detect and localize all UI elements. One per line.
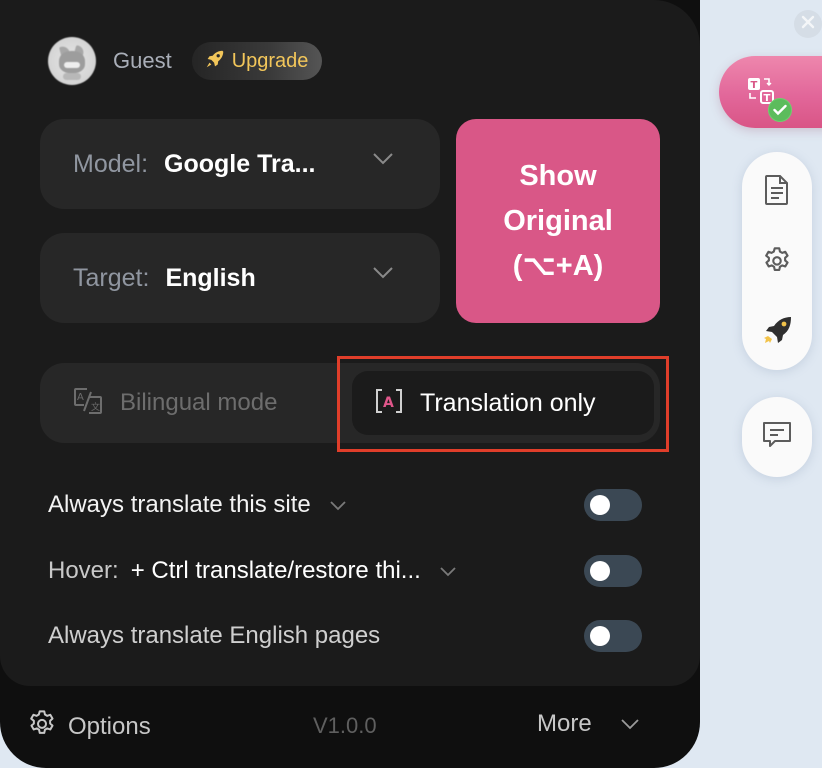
show-original-line1: Show [519, 159, 597, 192]
user-name: Guest [113, 48, 172, 73]
options-label: Options [68, 712, 151, 740]
translator-popup: Guest Upgrade Model: Google Tra... Targe… [0, 0, 700, 768]
hover-value[interactable]: + Ctrl translate/restore thi... [131, 557, 421, 585]
bilingual-icon: A 文 [72, 386, 104, 421]
chevron-down-icon [372, 152, 394, 171]
svg-text:文: 文 [91, 401, 100, 413]
rocket-icon [760, 314, 794, 353]
show-original-shortcut: (⌥+A) [512, 249, 604, 282]
target-label: Target: [73, 263, 150, 292]
setting-hover: Hover: + Ctrl translate/restore thi... [48, 554, 648, 588]
more-menu-button[interactable]: More [537, 710, 640, 738]
options-button[interactable]: Options [26, 708, 151, 745]
close-icon [801, 15, 815, 34]
model-value: Google Tra... [164, 149, 316, 178]
document-translate-button[interactable] [742, 169, 812, 215]
side-toolbar [742, 152, 812, 370]
version-label: V1.0.0 [313, 713, 377, 738]
check-icon [768, 98, 792, 122]
setting-always-translate-english: Always translate English pages [48, 619, 648, 653]
avatar[interactable] [48, 37, 96, 85]
more-label: More [537, 710, 592, 737]
upgrade-button[interactable]: Upgrade [191, 42, 323, 80]
document-icon [763, 174, 791, 211]
display-mode-switch: A 文 Bilingual mode A Translation only [40, 363, 660, 443]
close-widget-button[interactable] [794, 10, 822, 38]
settings-button[interactable] [742, 240, 812, 286]
show-original-button[interactable]: Show Original (⌥+A) [456, 119, 660, 323]
popup-footer: Options V1.0.0 More [0, 686, 700, 768]
chevron-down-icon [620, 718, 640, 730]
setting-label: Always translate English pages [48, 622, 381, 649]
rocket-icon [204, 48, 226, 75]
hover-label: Hover: [48, 557, 119, 584]
hover-toggle[interactable] [584, 555, 642, 587]
upgrade-rocket-button[interactable] [742, 310, 812, 356]
target-value: English [165, 263, 256, 292]
setting-label[interactable]: Always translate this site [48, 491, 311, 519]
show-original-line2: Original [503, 204, 613, 237]
feedback-button[interactable] [742, 397, 812, 477]
gear-icon [761, 245, 793, 282]
target-language-select[interactable]: Target: English [40, 233, 440, 323]
gear-icon [26, 708, 58, 745]
bilingual-mode-tab[interactable]: A 文 Bilingual mode [72, 363, 277, 443]
translation-only-label: Translation only [420, 388, 596, 417]
setting-always-translate-site: Always translate this site [48, 488, 648, 522]
always-translate-site-toggle[interactable] [584, 489, 642, 521]
svg-text:T: T [751, 80, 758, 91]
popup-main-panel: Guest Upgrade Model: Google Tra... Targe… [0, 0, 700, 686]
translation-only-tab[interactable]: A Translation only [352, 371, 654, 435]
upgrade-label: Upgrade [231, 49, 309, 72]
svg-text:A: A [383, 395, 394, 411]
always-translate-english-toggle[interactable] [584, 620, 642, 652]
feedback-icon [761, 420, 793, 455]
bilingual-mode-label: Bilingual mode [120, 389, 278, 416]
model-select[interactable]: Model: Google Tra... [40, 119, 440, 209]
svg-text:A: A [77, 392, 84, 403]
user-header: Guest Upgrade [48, 37, 323, 85]
model-label: Model: [73, 149, 149, 178]
floating-translate-button[interactable]: T T [719, 56, 822, 128]
chevron-down-icon[interactable] [439, 566, 457, 577]
chevron-down-icon[interactable] [329, 500, 347, 511]
translation-only-icon: A [374, 387, 404, 420]
chevron-down-icon [372, 266, 394, 285]
